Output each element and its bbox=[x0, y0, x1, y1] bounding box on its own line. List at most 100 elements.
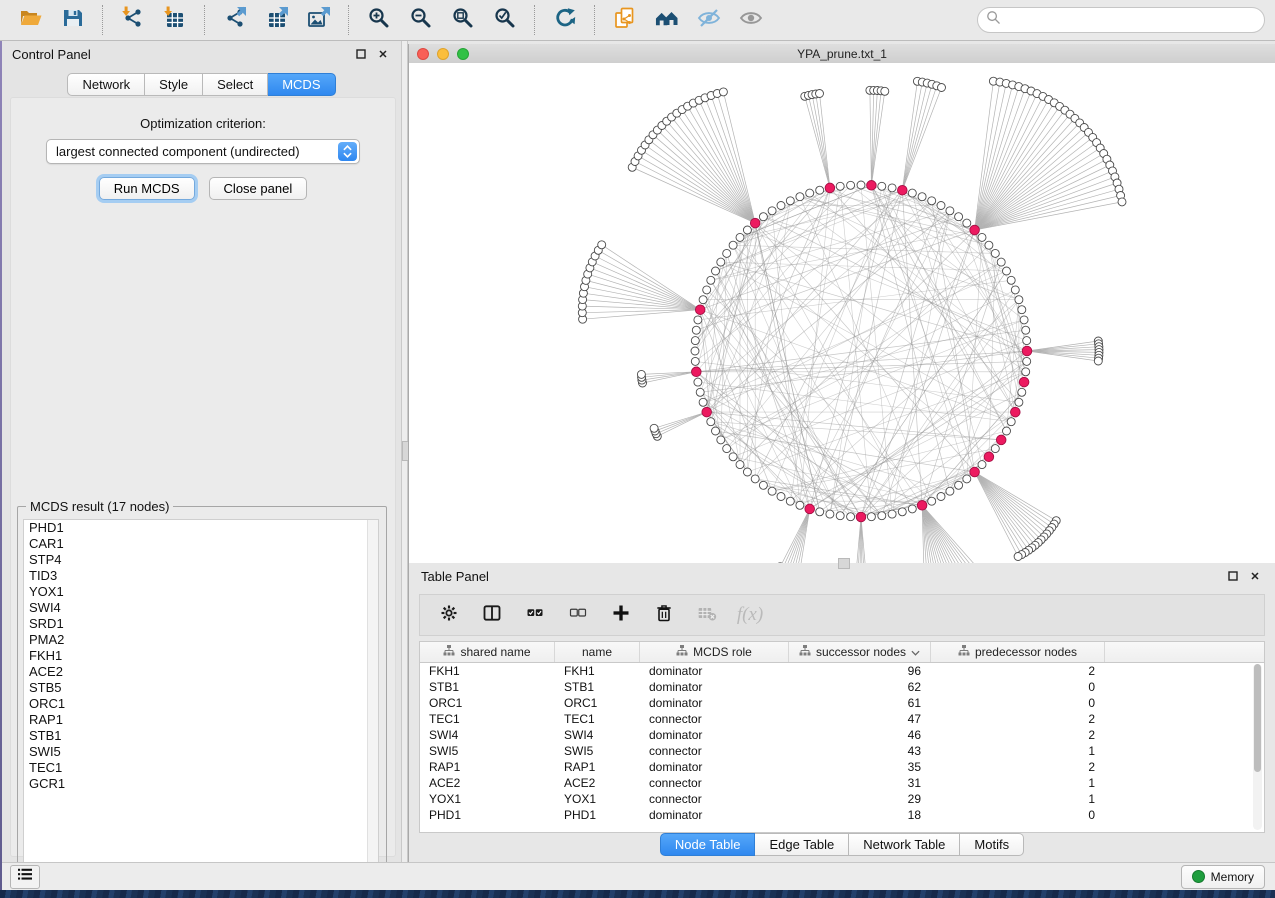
mcds-result-item[interactable]: SWI5 bbox=[24, 744, 378, 760]
table-row[interactable]: FKH1FKH1dominator962 bbox=[420, 663, 1264, 679]
select-stepper-icon bbox=[338, 142, 357, 161]
zoom-fit-button[interactable] bbox=[445, 4, 481, 36]
column-header-MCDS-role[interactable]: MCDS role bbox=[640, 642, 789, 662]
column-label: name bbox=[582, 645, 612, 659]
mcds-result-item[interactable]: CAR1 bbox=[24, 536, 378, 552]
mcds-result-item[interactable]: ACE2 bbox=[24, 664, 378, 680]
vertical-splitter[interactable] bbox=[401, 41, 408, 862]
column-header-successor-nodes[interactable]: successor nodes bbox=[789, 642, 931, 662]
mcds-result-item[interactable]: YOX1 bbox=[24, 584, 378, 600]
table-cell: TEC1 bbox=[420, 712, 555, 726]
hide-selected-button[interactable] bbox=[691, 4, 727, 36]
tab-node-table[interactable]: Node Table bbox=[660, 833, 756, 856]
duplicate-network-button[interactable] bbox=[607, 4, 643, 36]
close-table-panel-icon[interactable]: ✕ bbox=[1247, 568, 1263, 584]
mcds-result-item[interactable]: STB5 bbox=[24, 680, 378, 696]
table-row[interactable]: ACE2ACE2connector311 bbox=[420, 775, 1264, 791]
mcds-result-group: MCDS result (17 nodes) PHD1CAR1STP4TID3Y… bbox=[17, 506, 387, 874]
column-header-name[interactable]: name bbox=[555, 642, 640, 662]
float-panel-icon[interactable] bbox=[353, 46, 369, 62]
table-row[interactable]: RAP1RAP1dominator352 bbox=[420, 759, 1264, 775]
mcds-result-item[interactable]: FKH1 bbox=[24, 648, 378, 664]
column-chooser-button[interactable] bbox=[479, 602, 505, 628]
mcds-result-item[interactable]: TID3 bbox=[24, 568, 378, 584]
mcds-result-item[interactable]: TEC1 bbox=[24, 760, 378, 776]
refresh-button[interactable] bbox=[547, 4, 583, 36]
export-image-button[interactable] bbox=[301, 4, 337, 36]
tab-style[interactable]: Style bbox=[145, 73, 203, 96]
tab-select[interactable]: Select bbox=[203, 73, 268, 96]
table-row[interactable]: PHD1PHD1dominator180 bbox=[420, 807, 1264, 823]
open-file-button[interactable] bbox=[13, 4, 49, 36]
mcds-result-item[interactable]: SWI4 bbox=[24, 600, 378, 616]
mcds-result-item[interactable]: PMA2 bbox=[24, 632, 378, 648]
table-cell: 62 bbox=[789, 680, 931, 694]
toolbar-separator bbox=[594, 5, 596, 35]
table-scrollbar[interactable] bbox=[1253, 664, 1262, 830]
export-network-button[interactable] bbox=[217, 4, 253, 36]
tab-motifs[interactable]: Motifs bbox=[960, 833, 1024, 856]
list-icon bbox=[17, 867, 33, 886]
network-window-title: YPA_prune.txt_1 bbox=[409, 47, 1275, 61]
tab-edge-table[interactable]: Edge Table bbox=[755, 833, 849, 856]
table-cell: 0 bbox=[931, 696, 1105, 710]
tab-network-table[interactable]: Network Table bbox=[849, 833, 960, 856]
first-neighbors-button[interactable] bbox=[649, 4, 685, 36]
save-session-button[interactable] bbox=[55, 4, 91, 36]
network-search[interactable] bbox=[977, 7, 1265, 33]
mcds-result-item[interactable]: GCR1 bbox=[24, 776, 378, 792]
table-cell: SWI5 bbox=[420, 744, 555, 758]
optimization-criterion-select[interactable]: largest connected component (undirected) bbox=[46, 139, 360, 164]
table-scrollbar-thumb[interactable] bbox=[1254, 664, 1261, 772]
mcds-result-item[interactable]: STB1 bbox=[24, 728, 378, 744]
tab-network[interactable]: Network bbox=[67, 73, 145, 96]
table-cell: connector bbox=[640, 776, 789, 790]
duplicate-network-icon bbox=[613, 6, 637, 35]
run-mcds-button[interactable]: Run MCDS bbox=[99, 177, 195, 200]
zoom-out-button[interactable] bbox=[403, 4, 439, 36]
mcds-result-item[interactable]: ORC1 bbox=[24, 696, 378, 712]
show-all-icon bbox=[739, 6, 763, 35]
network-canvas[interactable] bbox=[409, 63, 1275, 563]
close-panel-button[interactable]: Close panel bbox=[209, 177, 308, 200]
network-window-titlebar[interactable]: YPA_prune.txt_1 bbox=[409, 44, 1275, 64]
automation-panel-button[interactable] bbox=[10, 865, 40, 889]
export-network-icon bbox=[223, 6, 247, 35]
horizontal-splitter-grip[interactable] bbox=[838, 558, 850, 569]
table-row[interactable]: ORC1ORC1dominator610 bbox=[420, 695, 1264, 711]
import-table-button[interactable] bbox=[157, 4, 193, 36]
zoom-in-button[interactable] bbox=[361, 4, 397, 36]
control-panel-tabs: NetworkStyleSelectMCDS bbox=[2, 73, 401, 96]
mcds-list-scrollbar[interactable] bbox=[367, 520, 378, 866]
table-row[interactable]: SWI5SWI5connector431 bbox=[420, 743, 1264, 759]
column-header-predecessor-nodes[interactable]: predecessor nodes bbox=[931, 642, 1105, 662]
zoom-selected-button[interactable] bbox=[487, 4, 523, 36]
column-header-shared-name[interactable]: shared name bbox=[420, 642, 555, 662]
deselect-all-rows-button[interactable] bbox=[565, 602, 591, 628]
float-table-panel-icon[interactable] bbox=[1225, 568, 1241, 584]
table-settings-button[interactable] bbox=[436, 602, 462, 628]
import-network-icon bbox=[121, 6, 145, 35]
import-network-button[interactable] bbox=[115, 4, 151, 36]
export-table-button[interactable] bbox=[259, 4, 295, 36]
tab-mcds[interactable]: MCDS bbox=[268, 73, 335, 96]
mcds-result-item[interactable]: STP4 bbox=[24, 552, 378, 568]
search-input[interactable] bbox=[1001, 12, 1256, 28]
close-panel-icon[interactable]: ✕ bbox=[375, 46, 391, 62]
table-row[interactable]: YOX1YOX1connector291 bbox=[420, 791, 1264, 807]
table-row[interactable]: SWI4SWI4dominator462 bbox=[420, 727, 1264, 743]
select-all-rows-button[interactable] bbox=[522, 602, 548, 628]
mcds-result-item[interactable]: RAP1 bbox=[24, 712, 378, 728]
memory-button-label: Memory bbox=[1211, 870, 1254, 884]
table-row[interactable]: STB1STB1dominator620 bbox=[420, 679, 1264, 695]
node-table[interactable]: shared name name MCDS rolesuccessor nodesp… bbox=[419, 641, 1265, 833]
show-all-button[interactable] bbox=[733, 4, 769, 36]
table-cell: STB1 bbox=[420, 680, 555, 694]
delete-columns-button[interactable] bbox=[651, 602, 677, 628]
mcds-result-item[interactable]: SRD1 bbox=[24, 616, 378, 632]
table-row[interactable]: TEC1TEC1connector472 bbox=[420, 711, 1264, 727]
mcds-result-item[interactable]: PHD1 bbox=[24, 520, 378, 536]
mcds-result-list[interactable]: PHD1CAR1STP4TID3YOX1SWI4SRD1PMA2FKH1ACE2… bbox=[23, 519, 379, 867]
memory-button[interactable]: Memory bbox=[1181, 865, 1265, 889]
add-column-button[interactable] bbox=[608, 602, 634, 628]
